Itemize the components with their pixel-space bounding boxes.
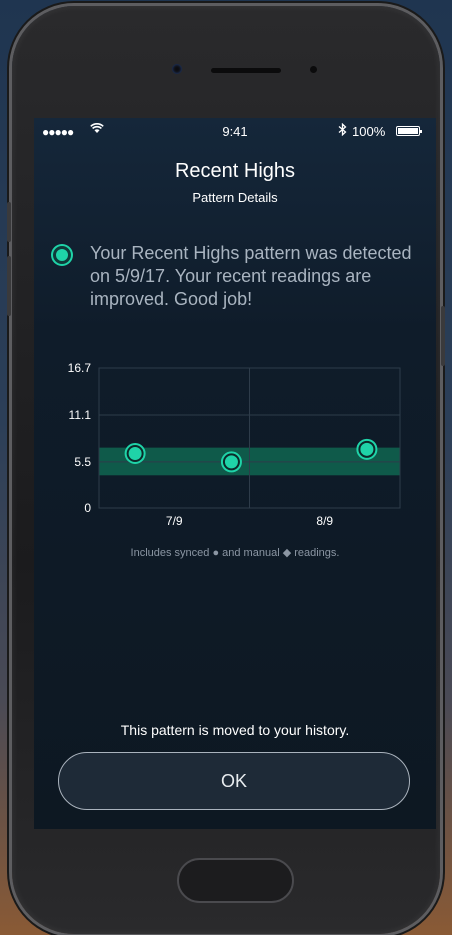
volume-button <box>7 256 11 316</box>
data-point <box>360 442 374 456</box>
x-tick-label: 8/9 <box>316 514 333 528</box>
readings-chart: 16.7 11.1 5.5 0 7/9 8/9 <box>34 358 436 558</box>
y-tick-label: 16.7 <box>68 361 92 375</box>
earpiece-speaker <box>211 68 281 73</box>
app-screen: ●●●●● 9:41 100% Recent Highs Pattern Det… <box>34 118 436 829</box>
data-point <box>128 447 142 461</box>
chart-svg: 16.7 11.1 5.5 0 7/9 8/9 <box>68 361 401 528</box>
y-tick-label: 0 <box>84 501 91 515</box>
home-button[interactable] <box>177 858 294 903</box>
pattern-description: Your Recent Highs pattern was detected o… <box>90 243 412 309</box>
page-subtitle: Pattern Details <box>192 190 278 205</box>
page-title: Recent Highs <box>174 160 296 182</box>
ok-button[interactable]: OK <box>58 752 410 810</box>
history-message: This pattern is moved to your history. <box>120 722 350 738</box>
data-point <box>224 455 238 469</box>
y-tick-label: 11.1 <box>69 408 92 422</box>
status-bar: ●●●●● 9:41 100% <box>34 118 436 144</box>
y-tick-label: 5.5 <box>74 455 91 469</box>
battery-icon <box>396 126 422 136</box>
x-tick-label: 7/9 <box>166 514 183 528</box>
chart-note: Includes synced ● and manual ◆ readings. <box>130 547 340 559</box>
bluetooth-icon <box>338 122 347 139</box>
proximity-sensor <box>310 66 317 73</box>
power-button <box>441 306 445 366</box>
front-camera <box>172 64 182 74</box>
volume-button <box>7 202 11 242</box>
status-dot-icon <box>53 246 71 264</box>
battery-percent: 100% <box>352 124 386 139</box>
